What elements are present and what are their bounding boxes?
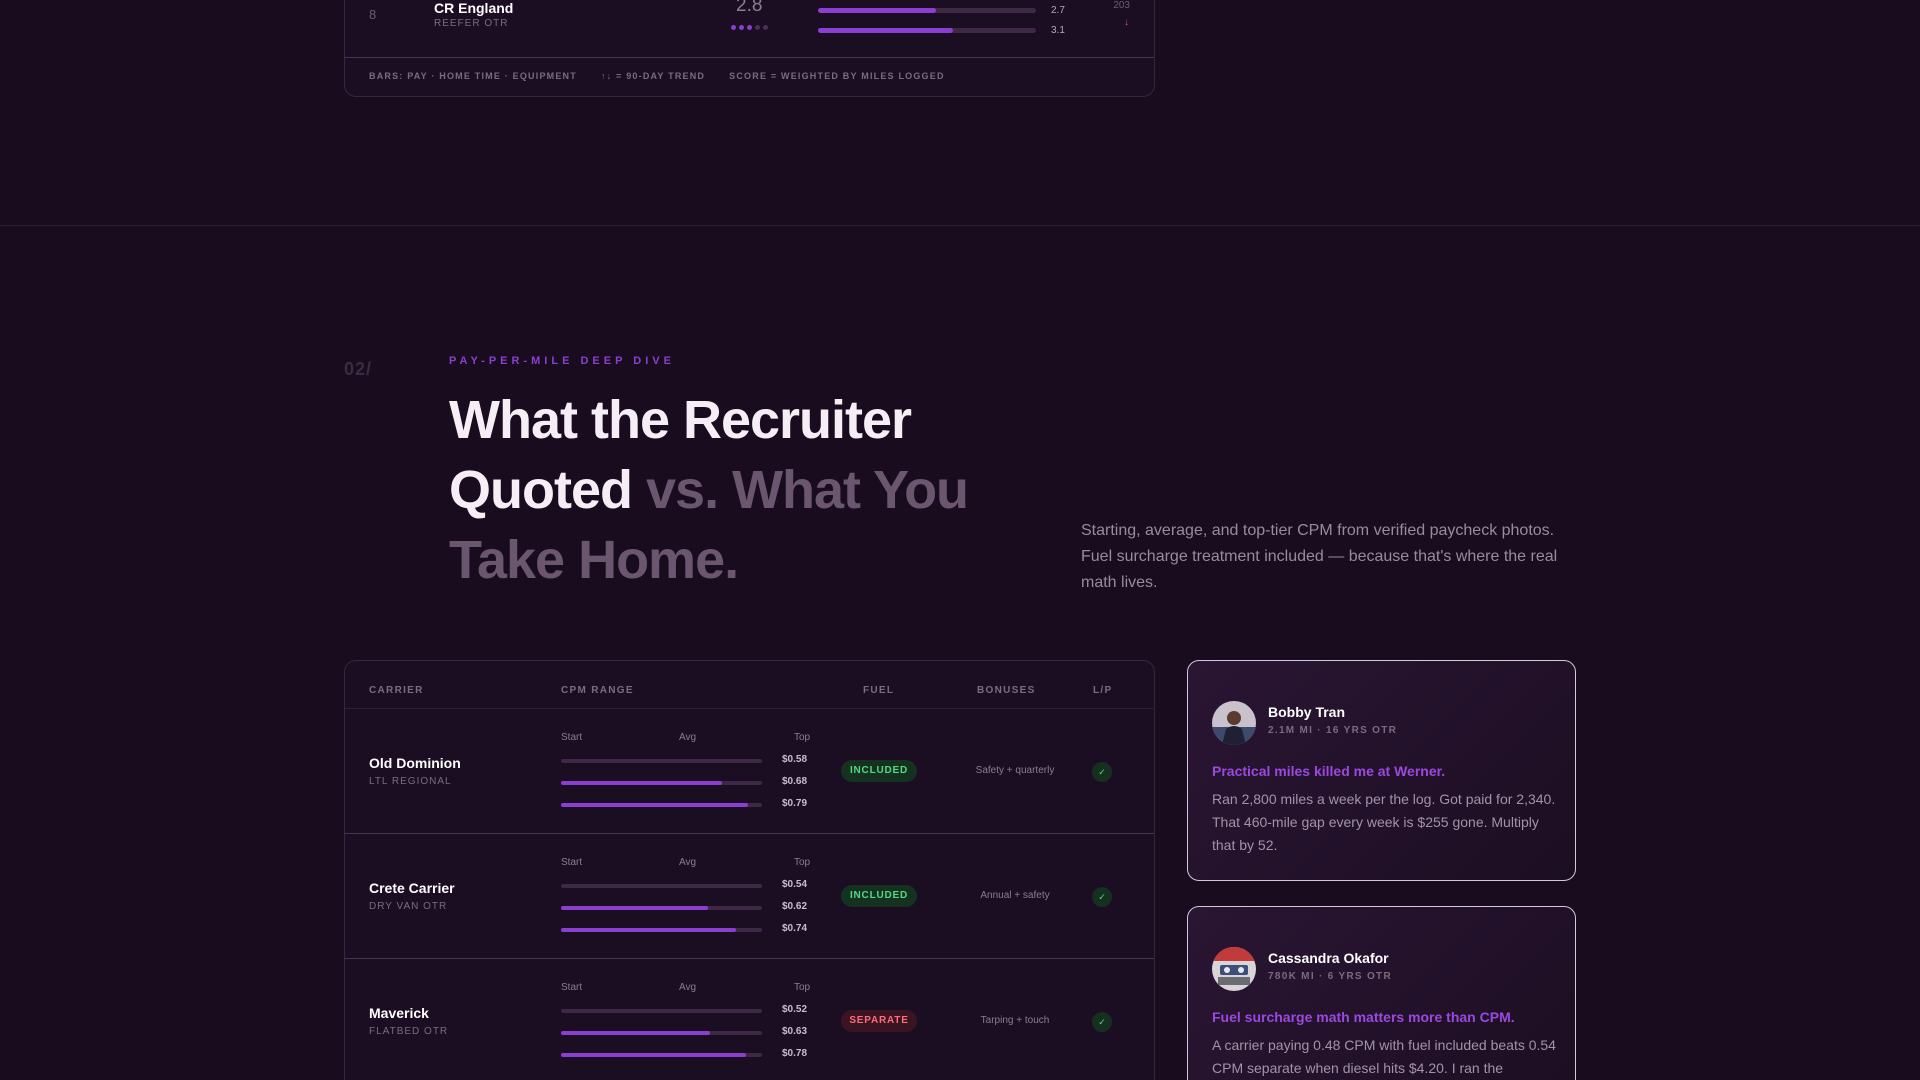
carrier-type: FLATBED OTR xyxy=(369,1026,449,1037)
ranking-row[interactable]: 8 CR England REEFER OTR 2.8 2.7 3.1 203 … xyxy=(345,0,1154,58)
label-top: Top xyxy=(794,857,811,868)
avg-value: $0.63 xyxy=(782,1026,808,1037)
top-value: $0.79 xyxy=(782,798,808,809)
bonus-text: Tarping + touch xyxy=(980,1015,1050,1026)
section-eyebrow: PAY-PER-MILE DEEP DIVE xyxy=(449,355,675,367)
fuel-badge: SEPARATE xyxy=(841,1010,917,1032)
cpm-table: CARRIER CPM RANGE FUEL BONUSES L/P Old D… xyxy=(344,660,1155,1080)
header-fuel: FUEL xyxy=(863,685,895,696)
avg-value: $0.62 xyxy=(782,901,808,912)
avatar xyxy=(1212,947,1256,991)
ranking-card: 8 CR England REEFER OTR 2.8 2.7 3.1 203 … xyxy=(344,0,1155,97)
reviewer-meta: 780K MI · 6 YRS OTR xyxy=(1268,971,1392,982)
bonus-text: Safety + quarterly xyxy=(975,765,1055,776)
trend-down-icon: ↓ xyxy=(1124,17,1129,28)
label-avg: Avg xyxy=(679,982,697,993)
page: 8 CR England REEFER OTR 2.8 2.7 3.1 203 … xyxy=(0,0,1920,1080)
start-value: $0.58 xyxy=(782,754,808,765)
fuel-badge: INCLUDED xyxy=(841,885,917,907)
review-body: Ran 2,800 miles a week per the log. Got … xyxy=(1212,791,1556,853)
pay-value: 2.7 xyxy=(1051,5,1065,16)
label-start: Start xyxy=(561,982,583,993)
bonus-text: Annual + safety xyxy=(980,890,1050,901)
label-top: Top xyxy=(794,732,811,743)
fuel-badge: INCLUDED xyxy=(841,760,917,782)
start-bar xyxy=(561,1009,762,1013)
review-title: Fuel surcharge math matters more than CP… xyxy=(1212,1009,1515,1025)
score-dot xyxy=(747,25,752,30)
carrier-type: LTL REGIONAL xyxy=(369,776,452,787)
reviewer-name: Cassandra Okafor xyxy=(1268,950,1389,966)
home-time-bar xyxy=(818,28,1036,33)
top-bar xyxy=(561,803,762,807)
label-avg: Avg xyxy=(679,857,697,868)
legend-trend: ↑↓ = 90-DAY TREND xyxy=(600,71,706,81)
top-bar xyxy=(561,1053,762,1057)
top-value: $0.78 xyxy=(782,1048,808,1059)
table-row[interactable]: Crete Carrier DRY VAN OTR Start Avg Top $0.54… xyxy=(345,833,1154,958)
carrier-name: Maverick xyxy=(369,1005,429,1021)
carrier-name: Old Dominion xyxy=(369,755,461,771)
label-avg: Avg xyxy=(679,732,697,743)
carrier-type: REEFER OTR xyxy=(434,18,509,29)
section-description: Starting, average, and top-tier CPM from… xyxy=(1081,522,1558,591)
score-dot xyxy=(763,25,768,30)
section-title: What the Recruiter Quoted vs. What You T… xyxy=(449,385,1009,595)
top-value: $0.74 xyxy=(782,923,808,934)
top-bar xyxy=(561,928,762,932)
legend-bars: BARS: PAY · HOME TIME · EQUIPMENT xyxy=(369,71,577,81)
header-lp: L/P xyxy=(1093,685,1113,696)
avatar xyxy=(1212,701,1256,745)
section-number: 02/ xyxy=(344,359,373,379)
pay-bar xyxy=(818,8,1036,13)
reviewer-meta: 2.1M MI · 16 YRS OTR xyxy=(1268,725,1398,736)
avg-bar xyxy=(561,781,762,785)
carrier-name: Crete Carrier xyxy=(369,880,455,896)
avg-value: $0.68 xyxy=(782,776,808,787)
rank-number: 8 xyxy=(369,7,377,22)
start-bar xyxy=(561,759,762,763)
avg-bar xyxy=(561,1031,762,1035)
legend-score: SCORE = WEIGHTED BY MILES LOGGED xyxy=(729,71,945,81)
start-value: $0.52 xyxy=(782,1004,808,1015)
header-bonuses: BONUSES xyxy=(977,685,1036,696)
review-body: A carrier paying 0.48 CPM with fuel incl… xyxy=(1212,1037,1556,1076)
carrier-score: 2.8 xyxy=(736,0,763,16)
review-card[interactable]: Bobby Tran 2.1M MI · 16 YRS OTR Practica… xyxy=(1187,660,1576,881)
home-time-value: 3.1 xyxy=(1051,25,1065,36)
check-icon: ✓ xyxy=(1092,1012,1112,1032)
check-icon: ✓ xyxy=(1092,762,1112,782)
review-card[interactable]: Cassandra Okafor 780K MI · 6 YRS OTR Fue… xyxy=(1187,906,1576,1080)
label-top: Top xyxy=(794,982,811,993)
score-dots xyxy=(731,25,768,30)
start-value: $0.54 xyxy=(782,879,808,890)
section-divider xyxy=(0,225,1920,226)
start-bar xyxy=(561,884,762,888)
review-title: Practical miles killed me at Werner. xyxy=(1212,763,1446,779)
score-dot xyxy=(755,25,760,30)
avatar-image xyxy=(1212,701,1256,745)
label-start: Start xyxy=(561,732,583,743)
score-dot xyxy=(739,25,744,30)
label-start: Start xyxy=(561,857,583,868)
ranking-legend: BARS: PAY · HOME TIME · EQUIPMENT ↑↓ = 9… xyxy=(369,71,945,81)
check-icon: ✓ xyxy=(1092,887,1112,907)
score-dot xyxy=(731,25,736,30)
table-row[interactable]: Maverick FLATBED OTR Start Avg Top $0.52 $0.63… xyxy=(345,958,1154,1080)
carrier-type: DRY VAN OTR xyxy=(369,901,448,912)
avg-bar xyxy=(561,906,762,910)
header-cpm-range: CPM RANGE xyxy=(561,685,634,696)
avatar-image xyxy=(1212,947,1256,991)
carrier-name: CR England xyxy=(434,0,514,16)
header-carrier: CARRIER xyxy=(369,685,424,696)
reviewer-name: Bobby Tran xyxy=(1268,704,1346,720)
table-row[interactable]: Old Dominion LTL REGIONAL Start Avg Top $0.58… xyxy=(345,708,1154,833)
miles-logged: 203 xyxy=(1113,0,1130,11)
